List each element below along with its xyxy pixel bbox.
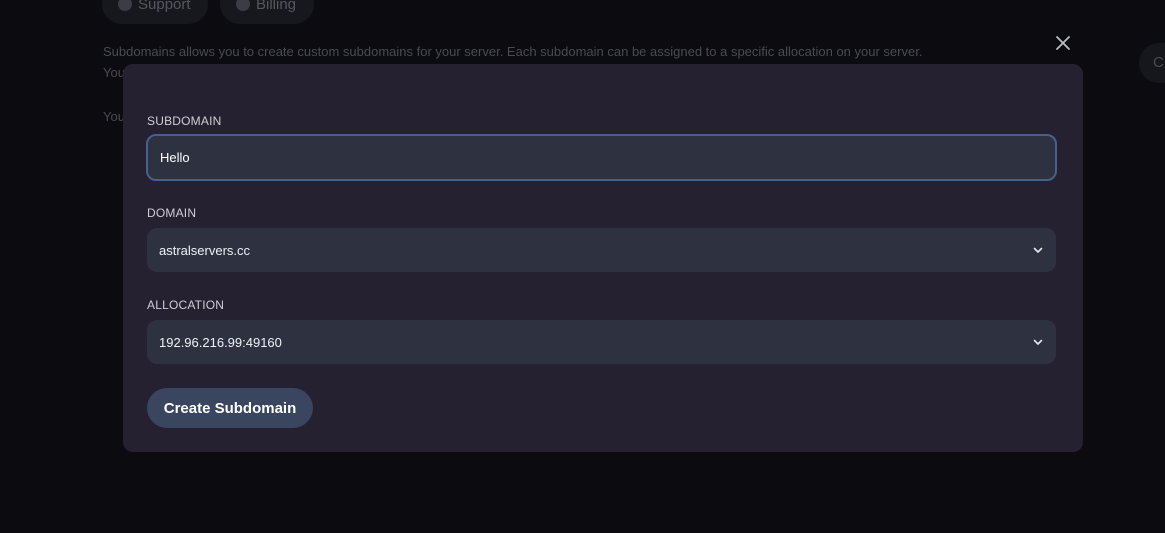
close-icon[interactable] (1053, 33, 1073, 53)
domain-select[interactable]: astralservers.cc (147, 228, 1056, 272)
allocation-select[interactable]: 192.96.216.99:49160 (147, 320, 1056, 364)
create-subdomain-button[interactable]: Create Subdomain (147, 388, 313, 428)
allocation-selected-value: 192.96.216.99:49160 (159, 334, 282, 350)
page: Support Billing Subdomains allows you to… (0, 0, 1165, 533)
chevron-down-icon (1033, 247, 1043, 253)
domain-selected-value: astralservers.cc (159, 242, 251, 258)
subdomain-label: SUBDOMAIN (147, 114, 222, 128)
allocation-label: ALLOCATION (147, 298, 225, 312)
chevron-down-icon (1033, 339, 1043, 345)
create-subdomain-modal: SUBDOMAIN DOMAIN astralservers.cc ALLOCA… (123, 64, 1083, 452)
subdomain-input[interactable] (146, 134, 1057, 181)
domain-label: DOMAIN (147, 206, 197, 220)
